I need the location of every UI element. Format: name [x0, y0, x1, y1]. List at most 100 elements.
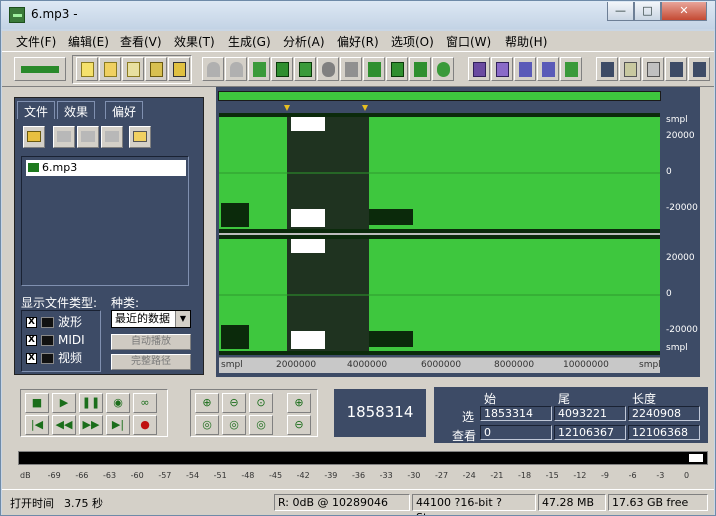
menu-view[interactable]: 查看(V) [120, 33, 162, 50]
menu-analyze[interactable]: 分析(A) [283, 33, 325, 50]
copy-new-button[interactable] [294, 57, 316, 81]
mix-paste-button[interactable] [386, 57, 408, 81]
edit-file-button[interactable] [101, 126, 123, 148]
zoom-out-button[interactable]: ⊖ [222, 393, 246, 413]
open-file-button[interactable] [99, 57, 121, 81]
menu-options[interactable]: 选项(O) [391, 33, 434, 50]
open-folder-button[interactable] [23, 126, 45, 148]
selection-length-field[interactable]: 2240908 [628, 406, 700, 421]
ruler-label: smpl [221, 360, 243, 370]
delete-silence-button[interactable] [432, 57, 454, 81]
full-path-button[interactable]: 完整路径 [111, 354, 191, 370]
type-midi[interactable]: X MIDI [26, 333, 85, 349]
toggle-view-button[interactable] [14, 57, 66, 81]
window-button-1[interactable] [596, 57, 618, 81]
time-ruler[interactable]: smpl 2000000 4000000 6000000 8000000 100… [219, 357, 661, 373]
auto-play-button[interactable]: 自动播放 [111, 334, 191, 350]
close-button[interactable]: ✕ [661, 2, 707, 21]
title-bar[interactable]: 6.mp3 - — □ ✕ [1, 1, 715, 29]
redo-button[interactable] [225, 57, 247, 81]
zoom-in-button[interactable]: ⊕ [195, 393, 219, 413]
type-video[interactable]: X 视频 [26, 351, 82, 367]
go-to-end-button[interactable]: ▶| [106, 415, 130, 435]
window-icon [624, 62, 637, 77]
close-file-button[interactable] [122, 57, 144, 81]
view-start-field[interactable]: 0 [480, 425, 552, 440]
tab-effects[interactable]: 效果 [57, 101, 96, 119]
scrub-button[interactable] [491, 57, 513, 81]
cut-button[interactable] [317, 57, 339, 81]
menu-preferences[interactable]: 偏好(R) [337, 33, 379, 50]
checkbox[interactable]: X [26, 317, 37, 328]
insert-button[interactable] [77, 126, 99, 148]
list-item[interactable]: 6.mp3 [26, 160, 186, 176]
menu-window[interactable]: 窗口(W) [446, 33, 491, 50]
new-file-button[interactable] [76, 57, 98, 81]
vertical-zoom-out-button[interactable]: ⊖ [287, 415, 311, 435]
play-to-end-button[interactable]: ◉ [106, 393, 130, 413]
menu-effects[interactable]: 效果(T) [174, 33, 215, 50]
kind-select[interactable]: 最近的数据 ▼ [111, 310, 191, 328]
pause-button[interactable]: ❚❚ [79, 393, 103, 413]
meter-tick-label: -45 [269, 471, 283, 480]
type-waveform[interactable]: X 波形 [26, 315, 82, 331]
zoom-in-icon: ⊕ [202, 396, 212, 409]
overview-bar[interactable] [218, 91, 661, 101]
record-button[interactable]: ● [133, 415, 157, 435]
clip-indicator[interactable] [689, 454, 703, 462]
selection-start-marker[interactable] [284, 105, 290, 111]
save-as-button[interactable] [168, 57, 190, 81]
view-length-field[interactable]: 12106368 [628, 425, 700, 440]
zoom-left-button[interactable]: ◎ [222, 415, 246, 435]
menu-file[interactable]: 文件(F) [16, 33, 56, 50]
undo-button[interactable] [202, 57, 224, 81]
stop-button[interactable]: ■ [25, 393, 49, 413]
meter-tick-label: -3 [656, 471, 665, 480]
checkbox[interactable]: X [26, 335, 37, 346]
organizer-panel: 文件 效果 偏好 6.mp3 显示文件类型: 种类: X 波形 X MIDI X 视频… [14, 97, 204, 375]
window-button-4[interactable] [665, 57, 687, 81]
waveform-display[interactable] [219, 113, 660, 355]
tab-favorites[interactable]: 偏好 [105, 101, 144, 119]
chevron-down-icon[interactable]: ▼ [175, 311, 190, 327]
selection-end-marker[interactable] [362, 105, 368, 111]
close-file-button-2[interactable] [53, 126, 75, 148]
go-to-start-button[interactable]: |◀ [25, 415, 49, 435]
selection-end-field[interactable]: 4093221 [554, 406, 626, 421]
spectral-button[interactable] [514, 57, 536, 81]
vertical-zoom-out-icon: ⊖ [294, 418, 304, 431]
play-button[interactable]: ▶ [52, 393, 76, 413]
window-button-3[interactable] [642, 57, 664, 81]
menu-edit[interactable]: 编辑(E) [68, 33, 109, 50]
maximize-button[interactable]: □ [634, 2, 661, 21]
meter-tick-label: dB [20, 471, 31, 480]
multitrack-button[interactable] [560, 57, 582, 81]
meter-tick-label: -33 [379, 471, 393, 480]
vertical-zoom-in-button[interactable]: ⊕ [287, 393, 311, 413]
save-button[interactable] [145, 57, 167, 81]
paste-new-button[interactable] [363, 57, 385, 81]
view-end-field[interactable]: 12106367 [554, 425, 626, 440]
checkbox[interactable]: X [26, 353, 37, 364]
menu-help[interactable]: 帮助(H) [505, 33, 547, 50]
options-button[interactable] [129, 126, 151, 148]
loop-button[interactable]: ∞ [133, 393, 157, 413]
selection-start-field[interactable]: 1853314 [480, 406, 552, 421]
zoom-right-button[interactable]: ◎ [249, 415, 273, 435]
copy-button[interactable] [271, 57, 293, 81]
zoom-full-button[interactable]: ⊙ [249, 393, 273, 413]
repeat-command-button[interactable] [248, 57, 270, 81]
zoom-selection-button[interactable]: ◎ [195, 415, 219, 435]
window-button-2[interactable] [619, 57, 641, 81]
rewind-button[interactable]: ◀◀ [52, 415, 76, 435]
frequency-button[interactable] [537, 57, 559, 81]
fast-forward-button[interactable]: ▶▶ [79, 415, 103, 435]
menu-generate[interactable]: 生成(G) [228, 33, 271, 50]
window-button-5[interactable] [688, 57, 710, 81]
minimize-button[interactable]: — [607, 2, 634, 21]
trim-button[interactable] [409, 57, 431, 81]
paste-button[interactable] [340, 57, 362, 81]
file-list[interactable]: 6.mp3 [21, 156, 189, 286]
tab-files[interactable]: 文件 [17, 101, 56, 119]
envelope-button[interactable] [468, 57, 490, 81]
